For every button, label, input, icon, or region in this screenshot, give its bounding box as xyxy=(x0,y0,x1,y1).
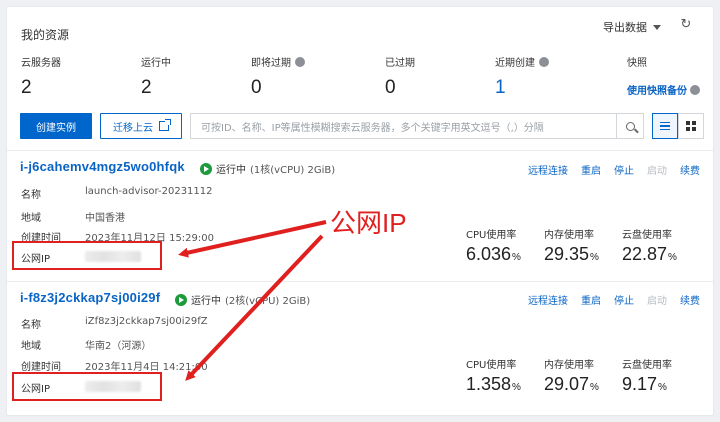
field-label-name: 名称 xyxy=(21,320,41,331)
stat-value: 1 xyxy=(495,77,506,98)
stat-value: 2 xyxy=(141,77,152,98)
stop-button[interactable]: 停止 xyxy=(614,292,634,307)
instance-name: launch-advisor-20231112 xyxy=(85,186,213,197)
disk-usage-value: 22.87% xyxy=(622,244,677,264)
external-link-icon xyxy=(159,119,171,131)
stat-snapshot: 快照 xyxy=(627,54,647,69)
refresh-icon[interactable]: ↻ xyxy=(679,18,693,32)
grid-icon xyxy=(686,121,690,125)
status-text: 运行中 xyxy=(191,296,221,307)
running-icon xyxy=(200,162,212,175)
remote-connect-button[interactable]: 远程连接 xyxy=(528,292,568,307)
annotation-label: 公网IP xyxy=(330,208,407,238)
divider xyxy=(7,150,713,151)
instance-status: 运行中 (1核(vCPU) 2GiB) xyxy=(200,161,335,176)
annotation-highlight-box xyxy=(12,241,162,270)
running-icon xyxy=(175,293,187,306)
caret-down-icon xyxy=(653,24,661,30)
instance-region: 中国香港 xyxy=(85,213,125,224)
instance-status: 运行中 (2核(vCPU) 2GiB) xyxy=(175,292,310,307)
stat-value: 0 xyxy=(385,77,396,98)
field-label-name: 名称 xyxy=(21,190,41,201)
page-title: 我的资源 xyxy=(21,28,70,42)
field-label-region: 地域 xyxy=(21,341,41,352)
restart-button[interactable]: 重启 xyxy=(581,162,601,177)
start-button[interactable]: 启动 xyxy=(647,162,667,177)
export-data-dropdown[interactable]: 导出数据 xyxy=(603,19,661,35)
remote-connect-button[interactable]: 远程连接 xyxy=(528,162,568,177)
stat-recent[interactable]: 近期创建 1 xyxy=(495,54,549,99)
help-icon[interactable] xyxy=(295,56,305,67)
stat-label: 近期创建 xyxy=(495,58,535,69)
stat-value: 2 xyxy=(21,77,32,98)
instance-spec: (1核(vCPU) 2GiB) xyxy=(250,165,336,176)
stat-running[interactable]: 运行中 2 xyxy=(141,54,171,99)
help-icon[interactable] xyxy=(539,56,549,67)
field-label-created: 创建时间 xyxy=(21,362,61,373)
renew-button[interactable]: 续费 xyxy=(680,292,700,307)
stat-expired[interactable]: 已过期 0 xyxy=(385,54,415,99)
memory-usage-value: 29.35% xyxy=(544,244,599,264)
divider xyxy=(7,281,713,282)
grid-view-toggle[interactable] xyxy=(678,113,704,139)
cpu-usage-value: 6.036% xyxy=(466,244,521,264)
stop-button[interactable]: 停止 xyxy=(614,162,634,177)
renew-button[interactable]: 续费 xyxy=(680,162,700,177)
instance-name: iZf8z3j2ckkap7sj00i29fZ xyxy=(85,316,208,327)
instance-region: 华南2（河源） xyxy=(85,341,152,352)
restart-button[interactable]: 重启 xyxy=(581,292,601,307)
stat-expiring[interactable]: 即将过期 0 xyxy=(251,54,305,99)
field-label-region: 地域 xyxy=(21,213,41,224)
stat-servers[interactable]: 云服务器 2 xyxy=(21,54,61,99)
stat-label: 即将过期 xyxy=(251,58,291,69)
stat-label: 云服务器 xyxy=(21,58,61,69)
disk-usage-label: 云盘使用率 xyxy=(622,360,672,371)
export-data-label: 导出数据 xyxy=(603,21,647,34)
search-placeholder: 可按ID、名称、IP等属性模糊搜索云服务器，多个关键字用英文逗号（,）分隔 xyxy=(201,122,544,134)
cpu-usage-value: 1.358% xyxy=(466,374,521,394)
stat-value: 0 xyxy=(251,77,262,98)
stat-label: 快照 xyxy=(627,58,647,69)
memory-usage-value: 29.07% xyxy=(544,374,599,394)
search-button[interactable] xyxy=(616,113,644,139)
instance-created: 2023年11月4日 14:21:00 xyxy=(85,362,208,373)
stat-label: 运行中 xyxy=(141,58,171,69)
disk-usage-value: 9.17% xyxy=(622,374,667,394)
instance-id-link[interactable]: i-j6cahemv4mgz5wo0hfqk xyxy=(20,159,185,174)
snapshot-backup-link[interactable]: 使用快照备份 xyxy=(627,82,701,97)
memory-usage-label: 内存使用率 xyxy=(544,360,594,371)
instance-id-link[interactable]: i-f8z3j2ckkap7sj00i29f xyxy=(20,290,160,305)
search-input[interactable]: 可按ID、名称、IP等属性模糊搜索云服务器，多个关键字用英文逗号（,）分隔 xyxy=(190,113,617,139)
status-text: 运行中 xyxy=(216,165,246,176)
search-icon xyxy=(625,121,635,131)
list-view-toggle[interactable] xyxy=(652,113,678,139)
disk-usage-label: 云盘使用率 xyxy=(622,230,672,241)
migrate-label: 迁移上云 xyxy=(113,122,153,134)
stat-label: 已过期 xyxy=(385,58,415,69)
instance-spec: (2核(vCPU) 2GiB) xyxy=(225,296,311,307)
list-icon xyxy=(660,121,670,124)
help-icon[interactable] xyxy=(690,85,701,95)
annotation-highlight-box xyxy=(12,372,162,401)
start-button[interactable]: 启动 xyxy=(647,292,667,307)
cpu-usage-label: CPU使用率 xyxy=(466,360,517,371)
cpu-usage-label: CPU使用率 xyxy=(466,230,517,241)
migrate-to-cloud-button[interactable]: 迁移上云 xyxy=(100,113,182,139)
memory-usage-label: 内存使用率 xyxy=(544,230,594,241)
create-instance-button[interactable]: 创建实例 xyxy=(20,113,92,139)
